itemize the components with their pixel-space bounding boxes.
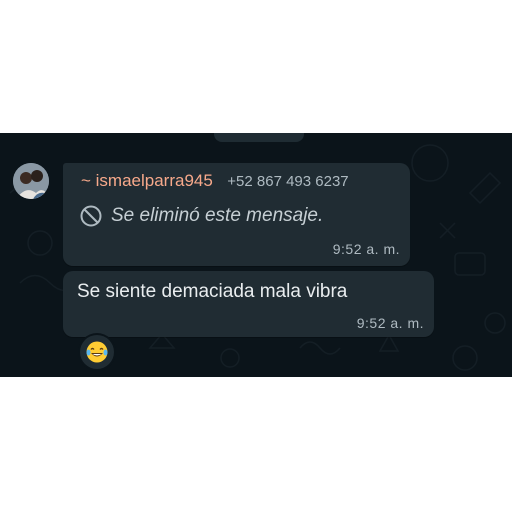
message-timestamp: 9:52 a. m. (332, 241, 400, 257)
deleted-message: Se eliminó este mensaje. (79, 204, 323, 228)
top-notch (214, 133, 304, 142)
deleted-message-bubble[interactable]: ~ ismaelparra945 +52 867 493 6237 Se eli… (63, 163, 410, 266)
reaction-badge[interactable] (80, 335, 114, 369)
message-timestamp: 9:52 a. m. (356, 315, 424, 331)
ban-icon (80, 205, 102, 227)
message-bubble[interactable]: Se siente demaciada mala vibra 9:52 a. m… (63, 271, 434, 337)
deleted-message-text: Se eliminó este mensaje. (111, 205, 324, 226)
avatar[interactable] (13, 163, 49, 199)
message-text: Se siente demaciada mala vibra (77, 281, 348, 302)
sender-phone[interactable]: +52 867 493 6237 (227, 173, 348, 190)
sender-header: ~ ismaelparra945 +52 867 493 6237 (81, 171, 349, 191)
laughing-tears-emoji-icon (86, 341, 108, 363)
sender-name[interactable]: ~ ismaelparra945 (81, 171, 213, 190)
avatar-image (13, 163, 49, 199)
chat-view: ~ ismaelparra945 +52 867 493 6237 Se eli… (0, 133, 512, 377)
